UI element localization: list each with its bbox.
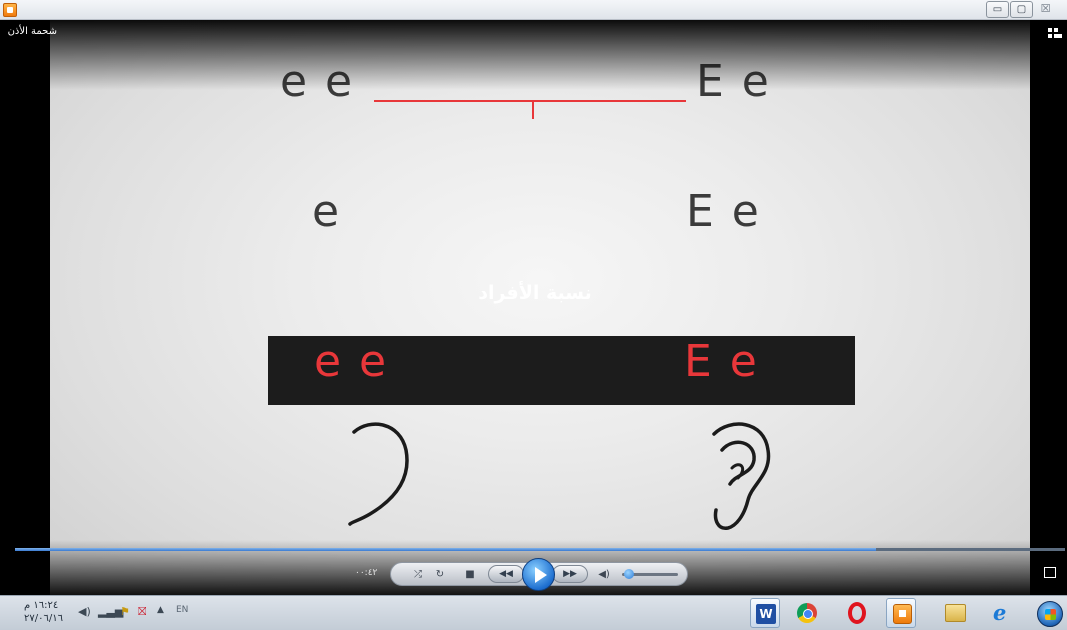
media-player-taskbar-button[interactable] <box>886 598 916 628</box>
close-button[interactable]: ☒ <box>1034 1 1057 18</box>
chrome-taskbar-button[interactable] <box>792 598 822 628</box>
language-indicator[interactable]: EN <box>176 605 188 615</box>
internet-explorer-icon: e <box>993 600 1007 625</box>
elapsed-time: ٠٠:٤٢ <box>355 568 378 578</box>
clock-date: ٢٧/٠٦/١٦ <box>24 613 63 624</box>
repeat-button[interactable]: ↻ <box>433 568 447 582</box>
media-player-app-icon[interactable] <box>3 3 17 17</box>
attached-earlobe-icon <box>348 422 409 526</box>
next-button[interactable]: ▶▶ <box>552 565 588 583</box>
cross-vertical-line <box>532 101 534 119</box>
internet-explorer-taskbar-button[interactable]: e <box>988 598 1018 628</box>
mid-left-allele: e <box>312 186 342 237</box>
volume-tray-icon[interactable]: ◀) <box>78 605 91 618</box>
cross-horizontal-line <box>374 100 686 102</box>
seek-progress <box>15 548 876 551</box>
video-title: شحمة الأذن <box>7 26 57 37</box>
fullscreen-icon[interactable] <box>1044 567 1056 578</box>
maximize-button[interactable]: ▢ <box>1010 1 1033 18</box>
stop-button[interactable]: ■ <box>463 568 477 582</box>
switch-to-library-icon[interactable] <box>1048 28 1062 40</box>
start-button[interactable] <box>1034 598 1064 628</box>
clock-time: ١٦:٢٤ م <box>24 600 59 611</box>
start-icon <box>1037 601 1063 627</box>
mid-right-alleles: E e <box>686 186 761 237</box>
previous-button[interactable]: ◀◀ <box>488 565 524 583</box>
video-stage[interactable]: e e E e e E e نسبة الأفراد e e E e شحمة … <box>0 20 1067 595</box>
top-right-alleles: E e <box>696 56 771 107</box>
media-player-window: ▭ ▢ ☒ e e E e e E e نسبة الأفراد e e E e <box>0 0 1067 630</box>
band-left-alleles: e e <box>314 336 389 387</box>
show-hidden-icons-icon[interactable]: ▲ <box>157 605 164 615</box>
video-frame[interactable]: e e E e e E e نسبة الأفراد e e E e <box>50 20 1030 595</box>
minimize-button[interactable]: ▭ <box>986 1 1009 18</box>
word-icon: W <box>756 604 776 624</box>
clock[interactable]: ١٦:٢٤ م ٢٧/٠٦/١٦ <box>24 599 64 625</box>
seek-bar[interactable] <box>15 548 1065 551</box>
word-taskbar-button[interactable]: W <box>750 598 780 628</box>
free-earlobe-icon <box>712 422 771 530</box>
play-button[interactable] <box>522 558 555 591</box>
mute-button[interactable]: ◀) <box>597 568 611 582</box>
title-bar: ▭ ▢ ☒ <box>0 0 1067 20</box>
media-player-icon <box>893 604 912 624</box>
shuffle-button[interactable]: ⤮ <box>411 568 425 582</box>
file-explorer-taskbar-button[interactable] <box>940 598 970 628</box>
proportion-caption: نسبة الأفراد <box>478 282 592 304</box>
action-center-icon[interactable]: ⚑ <box>120 605 130 618</box>
taskbar: ١٦:٢٤ م ٢٧/٠٦/١٦ ◀) ▂▃▅ ⚑ ⛝ ▲ EN W e <box>0 595 1067 630</box>
opera-icon <box>848 602 866 624</box>
band-right-alleles: E e <box>684 336 759 387</box>
chrome-icon <box>797 603 817 623</box>
opera-taskbar-button[interactable] <box>842 598 872 628</box>
security-tray-icon[interactable]: ⛝ <box>138 605 146 619</box>
file-explorer-icon <box>945 604 966 622</box>
top-left-alleles: e e <box>280 56 355 107</box>
